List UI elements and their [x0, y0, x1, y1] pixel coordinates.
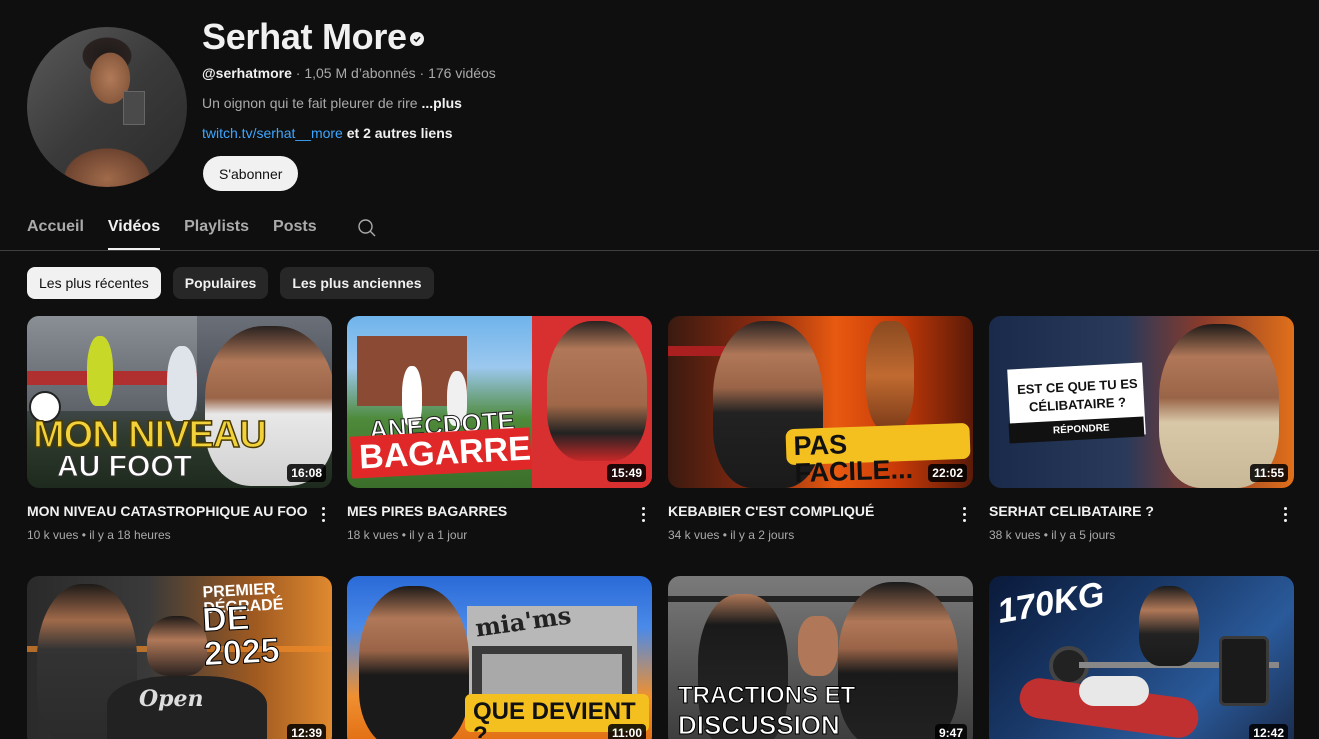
- video-views: 38 k vues: [989, 528, 1041, 542]
- video-meta: 18 k vues • il y a 1 jour: [347, 528, 467, 542]
- chip-most-recent[interactable]: Les plus récentes: [27, 267, 161, 299]
- verified-check-icon: [410, 32, 424, 46]
- thumbnail-caption: DISCUSSION: [678, 710, 841, 739]
- video-duration: 16:08: [287, 464, 326, 482]
- video-duration: 15:49: [607, 464, 646, 482]
- more-options-icon[interactable]: [955, 502, 973, 526]
- video-views: 10 k vues: [27, 528, 79, 542]
- channel-handle: @serhatmore: [202, 65, 292, 81]
- channel-name: Serhat More: [202, 16, 407, 57]
- channel-tabs: Accueil Vidéos Playlists Posts: [27, 206, 377, 250]
- twitch-link[interactable]: twitch.tv/serhat__more: [202, 125, 343, 141]
- chip-popular[interactable]: Populaires: [172, 267, 269, 299]
- search-icon[interactable]: [357, 206, 377, 243]
- tabs-divider: [0, 250, 1319, 251]
- video-card[interactable]: 170KG 12:42: [989, 576, 1294, 739]
- thumbnail-caption: AU FOOT: [57, 450, 193, 483]
- video-duration: 11:00: [607, 724, 646, 739]
- description-text: Un oignon qui te fait pleurer de rire: [202, 95, 422, 111]
- tab-accueil[interactable]: Accueil: [27, 206, 84, 250]
- more-options-icon[interactable]: [1276, 502, 1294, 526]
- video-card[interactable]: mia'ms QUE DEVIENT ? 11:00: [347, 576, 652, 739]
- video-thumbnail[interactable]: PAS FACILE... 22:02: [668, 316, 973, 488]
- video-thumbnail[interactable]: TRACTIONS ET DISCUSSION 9:47: [668, 576, 973, 739]
- video-age: il y a 2 jours: [730, 528, 795, 542]
- video-duration: 11:55: [1249, 464, 1288, 482]
- video-card[interactable]: PAS FACILE... 22:02 KEBABIER C'EST COMPL…: [668, 316, 973, 542]
- thumbnail-caption: Open: [139, 686, 204, 712]
- video-title[interactable]: MON NIVEAU CATASTROPHIQUE AU FOOT: [27, 502, 307, 520]
- video-thumbnail[interactable]: mia'ms QUE DEVIENT ? 11:00: [347, 576, 652, 739]
- video-views: 18 k vues: [347, 528, 399, 542]
- video-meta: 38 k vues • il y a 5 jours: [989, 528, 1115, 542]
- video-thumbnail[interactable]: Open PREMIER DÉGRADÉ DE 2025 12:39: [27, 576, 332, 739]
- tab-posts[interactable]: Posts: [273, 206, 317, 250]
- meta-separator: •: [398, 528, 410, 542]
- other-links-button[interactable]: et 2 autres liens: [343, 125, 453, 141]
- video-thumbnail[interactable]: ANECDOTE BAGARRE 15:49: [347, 316, 652, 488]
- video-title[interactable]: KEBABIER C'EST COMPLIQUÉ: [668, 502, 948, 520]
- video-thumbnail[interactable]: 170KG 12:42: [989, 576, 1294, 739]
- tab-videos[interactable]: Vidéos: [107, 206, 161, 250]
- video-duration: 12:39: [287, 724, 326, 739]
- channel-links: twitch.tv/serhat__more et 2 autres liens: [202, 125, 453, 141]
- chip-oldest[interactable]: Les plus anciennes: [280, 267, 434, 299]
- channel-header: Serhat More @serhatmore · 1,05 M d’abonn…: [0, 0, 1319, 200]
- video-thumbnail[interactable]: MON NIVEAU AU FOOT 16:08: [27, 316, 332, 488]
- channel-stats: · 1,05 M d’abonnés · 176 vidéos: [291, 65, 496, 81]
- meta-separator: •: [1040, 528, 1052, 542]
- video-views: 34 k vues: [668, 528, 720, 542]
- channel-avatar[interactable]: [27, 27, 187, 187]
- video-card[interactable]: Open PREMIER DÉGRADÉ DE 2025 12:39: [27, 576, 332, 739]
- video-card[interactable]: ANECDOTE BAGARRE 15:49 MES PIRES BAGARRE…: [347, 316, 652, 542]
- thumbnail-caption: MON NIVEAU: [32, 414, 267, 456]
- subscribe-button[interactable]: S'abonner: [203, 156, 299, 191]
- video-meta: 10 k vues • il y a 18 heures: [27, 528, 171, 542]
- channel-description[interactable]: Un oignon qui te fait pleurer de rire ..…: [202, 95, 462, 111]
- thumbnail-caption: DE 2025: [201, 598, 281, 674]
- thumbnail-caption: BAGARRE: [358, 429, 532, 477]
- video-duration: 9:47: [934, 724, 967, 739]
- meta-separator: •: [719, 528, 731, 542]
- more-options-icon[interactable]: [634, 502, 652, 526]
- video-title[interactable]: MES PIRES BAGARRES: [347, 502, 627, 520]
- thumbnail-caption: 170KG: [994, 576, 1108, 632]
- video-thumbnail[interactable]: EST CE QUE TU ES CÉLIBATAIRE ? RÉPONDRE …: [989, 316, 1294, 488]
- video-title[interactable]: SERHAT CELIBATAIRE ?: [989, 502, 1269, 520]
- more-options-icon[interactable]: [314, 502, 332, 526]
- video-age: il y a 5 jours: [1051, 528, 1116, 542]
- video-card[interactable]: TRACTIONS ET DISCUSSION 9:47: [668, 576, 973, 739]
- video-card[interactable]: MON NIVEAU AU FOOT 16:08 MON NIVEAU CATA…: [27, 316, 332, 542]
- video-duration: 22:02: [928, 464, 967, 482]
- video-age: il y a 18 heures: [89, 528, 171, 542]
- description-more-link[interactable]: ...plus: [421, 95, 461, 111]
- sort-chips: Les plus récentes Populaires Les plus an…: [27, 267, 434, 299]
- channel-meta: @serhatmore · 1,05 M d’abonnés · 176 vid…: [202, 65, 496, 81]
- tab-playlists[interactable]: Playlists: [184, 206, 249, 250]
- meta-separator: •: [78, 528, 90, 542]
- video-age: il y a 1 jour: [409, 528, 468, 542]
- video-meta: 34 k vues • il y a 2 jours: [668, 528, 794, 542]
- thumbnail-caption: TRACTIONS ET: [677, 682, 856, 709]
- video-card[interactable]: EST CE QUE TU ES CÉLIBATAIRE ? RÉPONDRE …: [989, 316, 1294, 542]
- video-duration: 12:42: [1249, 724, 1288, 739]
